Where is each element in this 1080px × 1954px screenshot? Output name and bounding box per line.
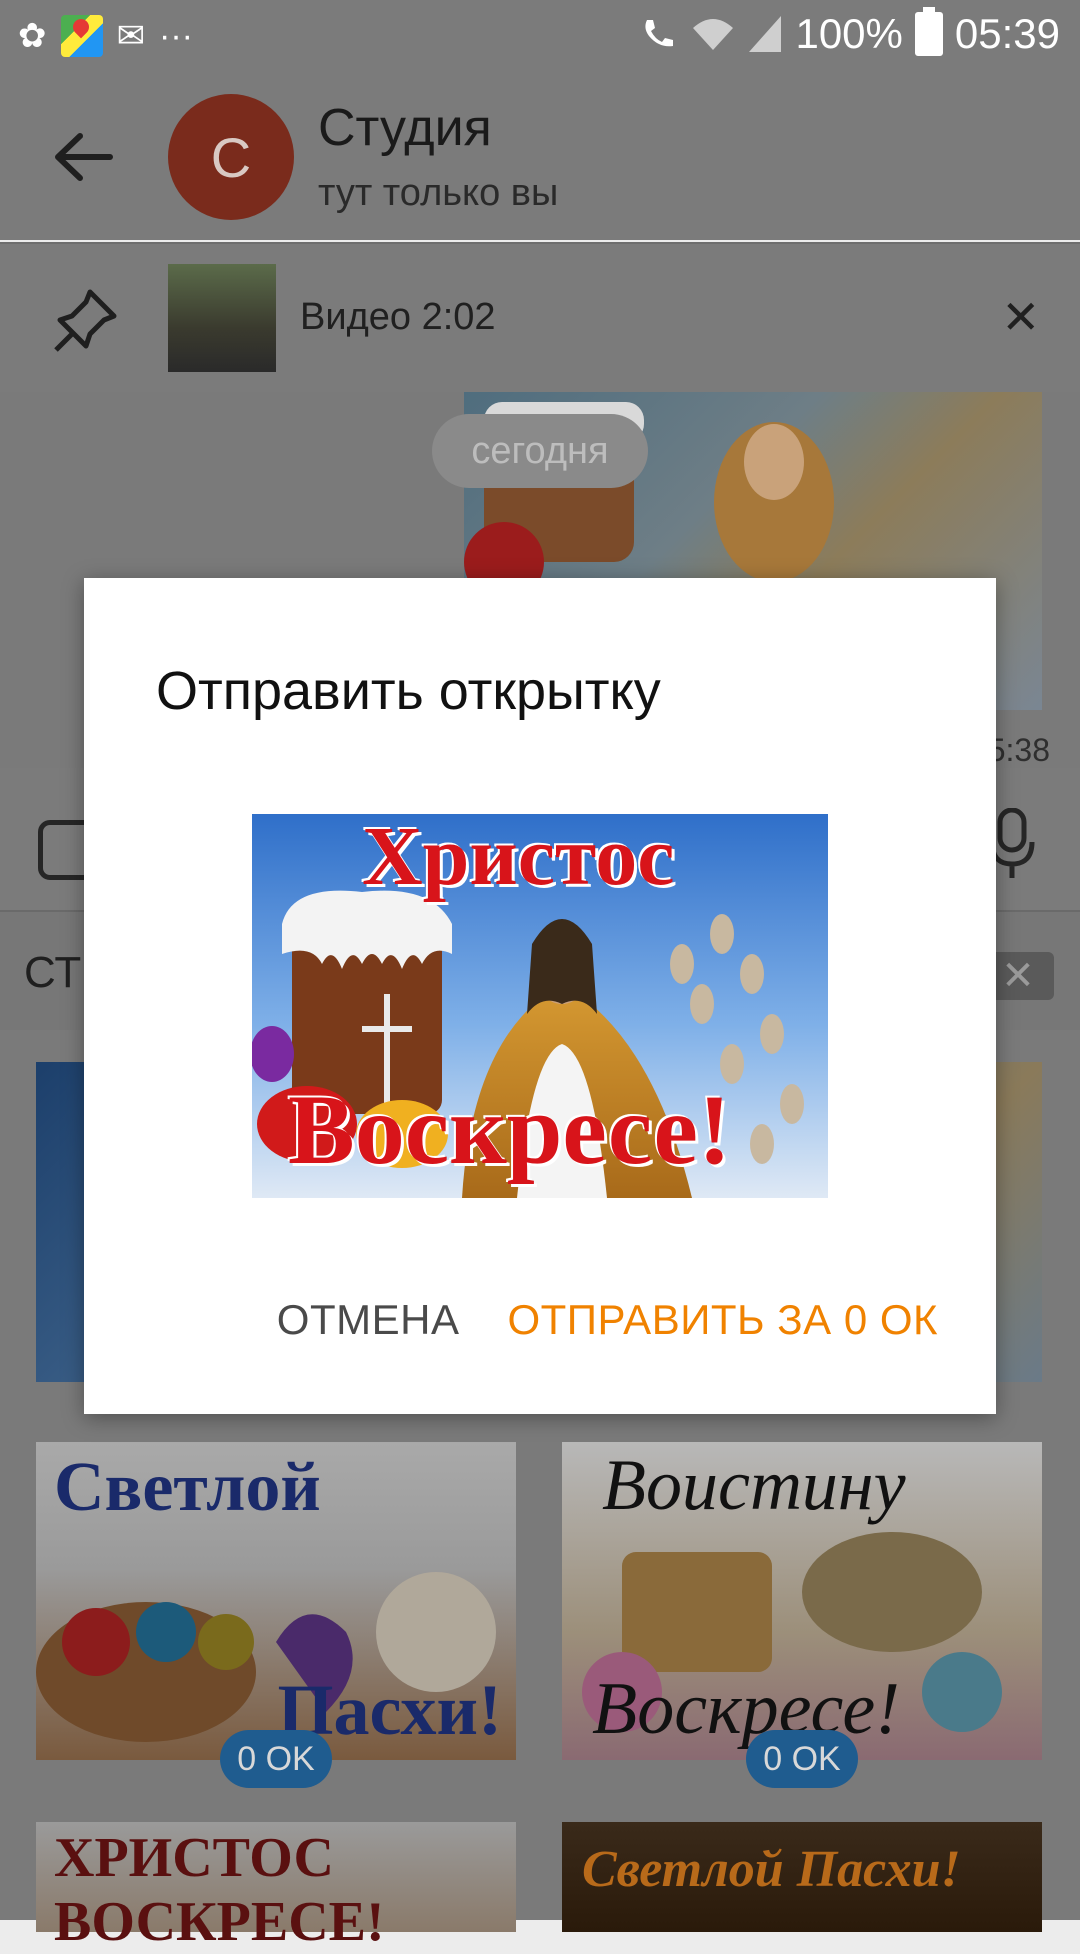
card-preview-line1: Христос <box>362 814 675 903</box>
send-card-dialog: Отправить открытку Христос Воскресе! ОТМ… <box>84 578 996 1414</box>
card-title-top: Воистину <box>602 1445 906 1525</box>
pinned-video-thumbnail <box>168 264 276 372</box>
pinned-text: Видео 2:02 <box>300 296 496 338</box>
card-preview: Христос Воскресе! <box>252 814 828 1198</box>
back-arrow-icon[interactable] <box>48 122 118 192</box>
chat-title[interactable]: Студия <box>318 98 492 158</box>
dialog-actions: ОТМЕНА ОТПРАВИТЬ ЗА 0 ОК <box>277 1296 938 1344</box>
send-button[interactable]: ОТПРАВИТЬ ЗА 0 ОК <box>507 1296 938 1344</box>
message-time: 5:38 <box>987 732 1050 768</box>
price-badge: 0 OK <box>220 1730 332 1788</box>
card-preview-line2: Воскресе! <box>288 1074 732 1185</box>
card-item[interactable]: Воистину Воскресе! 0 OK <box>562 1442 1042 1788</box>
chat-subtitle: тут только вы <box>318 172 559 214</box>
battery-icon <box>914 7 943 56</box>
card-item[interactable]: ХРИСТОС ВОСКРЕСЕ! <box>36 1822 516 1953</box>
ok-icon: ✿ <box>18 17 47 55</box>
card-item[interactable]: Светлой Пасхи! 0 OK <box>36 1442 516 1788</box>
card-title-top: ХРИСТОС ВОСКРЕСЕ! <box>54 1827 385 1953</box>
date-chip: сегодня <box>432 414 648 488</box>
dialog-title: Отправить открытку <box>156 661 661 721</box>
avatar[interactable]: С <box>168 94 294 220</box>
pin-icon <box>54 289 117 352</box>
maps-icon <box>60 15 103 57</box>
card-item[interactable]: Светлой Пасхи! <box>562 1822 1042 1932</box>
card-title-top: Светлой Пасхи! <box>582 1841 961 1898</box>
clock: 05:39 <box>954 10 1060 57</box>
cancel-button[interactable]: ОТМЕНА <box>277 1296 460 1344</box>
wifi-call-icon <box>645 20 674 47</box>
signal-icon <box>749 16 782 52</box>
ok-mail-icon: ✉ <box>116 17 146 55</box>
pinned-message-bar[interactable]: Видео 2:02 ✕ <box>0 242 1080 392</box>
card-title-bottom: Воскресе! <box>592 1668 900 1750</box>
chat-header: С Студия тут только вы <box>0 72 1080 240</box>
sticker-search-text[interactable]: СТ <box>24 948 81 998</box>
close-icon[interactable]: ✕ <box>1001 294 1040 340</box>
status-bar: ✿ ✉ ··· 100% 05:39 <box>0 0 1080 72</box>
battery-percent: 100% <box>795 10 903 57</box>
card-title-top: Светлой <box>54 1449 321 1526</box>
price-badge: 0 OK <box>746 1730 858 1788</box>
more-dots-icon: ··· <box>159 17 193 55</box>
wifi-icon <box>693 19 734 50</box>
